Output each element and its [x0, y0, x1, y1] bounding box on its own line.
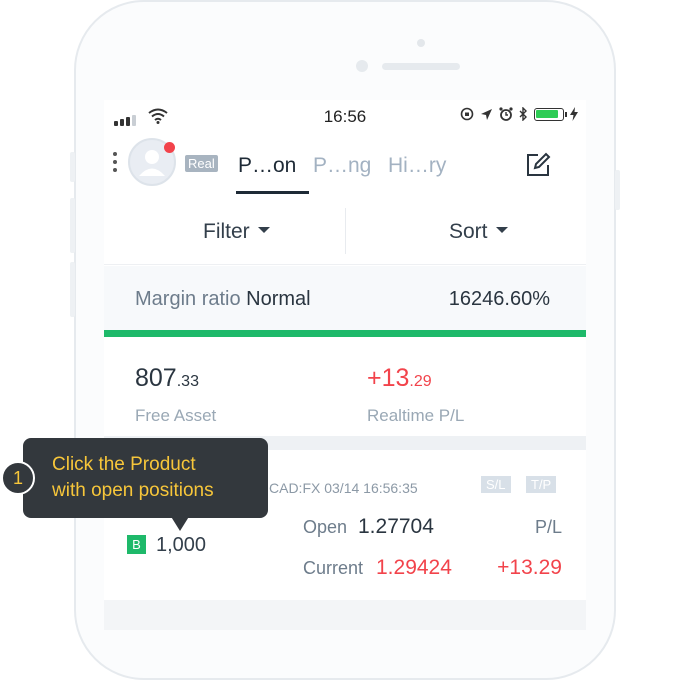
open-price: 1.27704 [358, 515, 434, 538]
position-quantity: 1,000 [156, 534, 207, 556]
margin-status: Normal [246, 288, 311, 310]
active-tab-underline [236, 191, 309, 194]
volume-up-button [70, 198, 75, 253]
status-icons [460, 107, 578, 121]
tooltip-line-1: Click the Product [52, 454, 196, 475]
tooltip-line-2: with open positions [52, 480, 214, 501]
free-asset-label: Free Asset [135, 406, 217, 425]
sort-caret-icon [495, 227, 508, 234]
app-header: Real P…on P…ng Hi…ry [104, 134, 586, 196]
battery-icon [534, 107, 567, 121]
mute-switch [70, 152, 75, 182]
charging-icon [570, 107, 578, 121]
earpiece-speaker [382, 63, 460, 70]
tab-history[interactable]: Hi…ry [388, 154, 446, 178]
realtime-pl-value: +13.29 [367, 364, 432, 392]
tab-pending[interactable]: P…ng [313, 154, 371, 178]
buy-side-badge: B [127, 535, 146, 554]
margin-ratio-label: Margin ratio Normal [135, 288, 311, 310]
free-asset-value: 807.33 [135, 364, 199, 392]
account-type-badge: Real [185, 155, 218, 172]
volume-down-button [70, 262, 75, 317]
open-label: Open [303, 517, 348, 537]
sl-tag: S/L [481, 476, 511, 493]
product-name[interactable]: CAD:FX 03/14 16:56:35 [269, 480, 418, 496]
edit-icon[interactable] [524, 151, 552, 179]
tab-positions[interactable]: P…on [238, 154, 296, 178]
pl-value: +13.29 [497, 556, 562, 579]
location-icon [481, 108, 492, 120]
asset-summary: 807.33 Free Asset +13.29 Realtime P/L [104, 338, 586, 436]
current-label: Current [303, 558, 364, 578]
bluetooth-icon [519, 107, 527, 121]
margin-ratio-value: 16246.60% [448, 288, 550, 310]
filter-button[interactable]: Filter [203, 220, 270, 244]
sort-button[interactable]: Sort [449, 220, 508, 244]
status-bar: 16:56 [104, 100, 586, 134]
notification-dot [164, 142, 175, 153]
menu-dots-icon[interactable] [113, 152, 117, 176]
list-bottom-band [104, 600, 586, 630]
filter-label: Filter [203, 220, 250, 243]
filter-sort-divider [345, 208, 346, 254]
tooltip-text: Click the Product with open positions [52, 452, 262, 504]
margin-status-bar [104, 330, 586, 337]
alarm-icon [499, 107, 513, 121]
orientation-lock-icon [460, 107, 474, 121]
margin-ratio-row: Margin ratio Normal 16246.60% [104, 266, 586, 330]
front-camera [417, 39, 425, 47]
filter-sort-bar: Filter Sort [104, 208, 586, 265]
sensor-dot [356, 60, 368, 72]
app-screen: 16:56 Real P…on P…ng Hi…ry Filter Sort M… [104, 100, 586, 630]
step-number-badge: 1 [1, 461, 35, 495]
power-button [615, 170, 620, 210]
tp-tag: T/P [526, 476, 557, 493]
tooltip-arrow [170, 515, 190, 531]
realtime-pl-label: Realtime P/L [367, 406, 465, 425]
current-price: 1.29424 [376, 556, 452, 579]
filter-caret-icon [257, 227, 270, 234]
pl-label: P/L [534, 517, 562, 537]
sort-label: Sort [449, 220, 488, 243]
